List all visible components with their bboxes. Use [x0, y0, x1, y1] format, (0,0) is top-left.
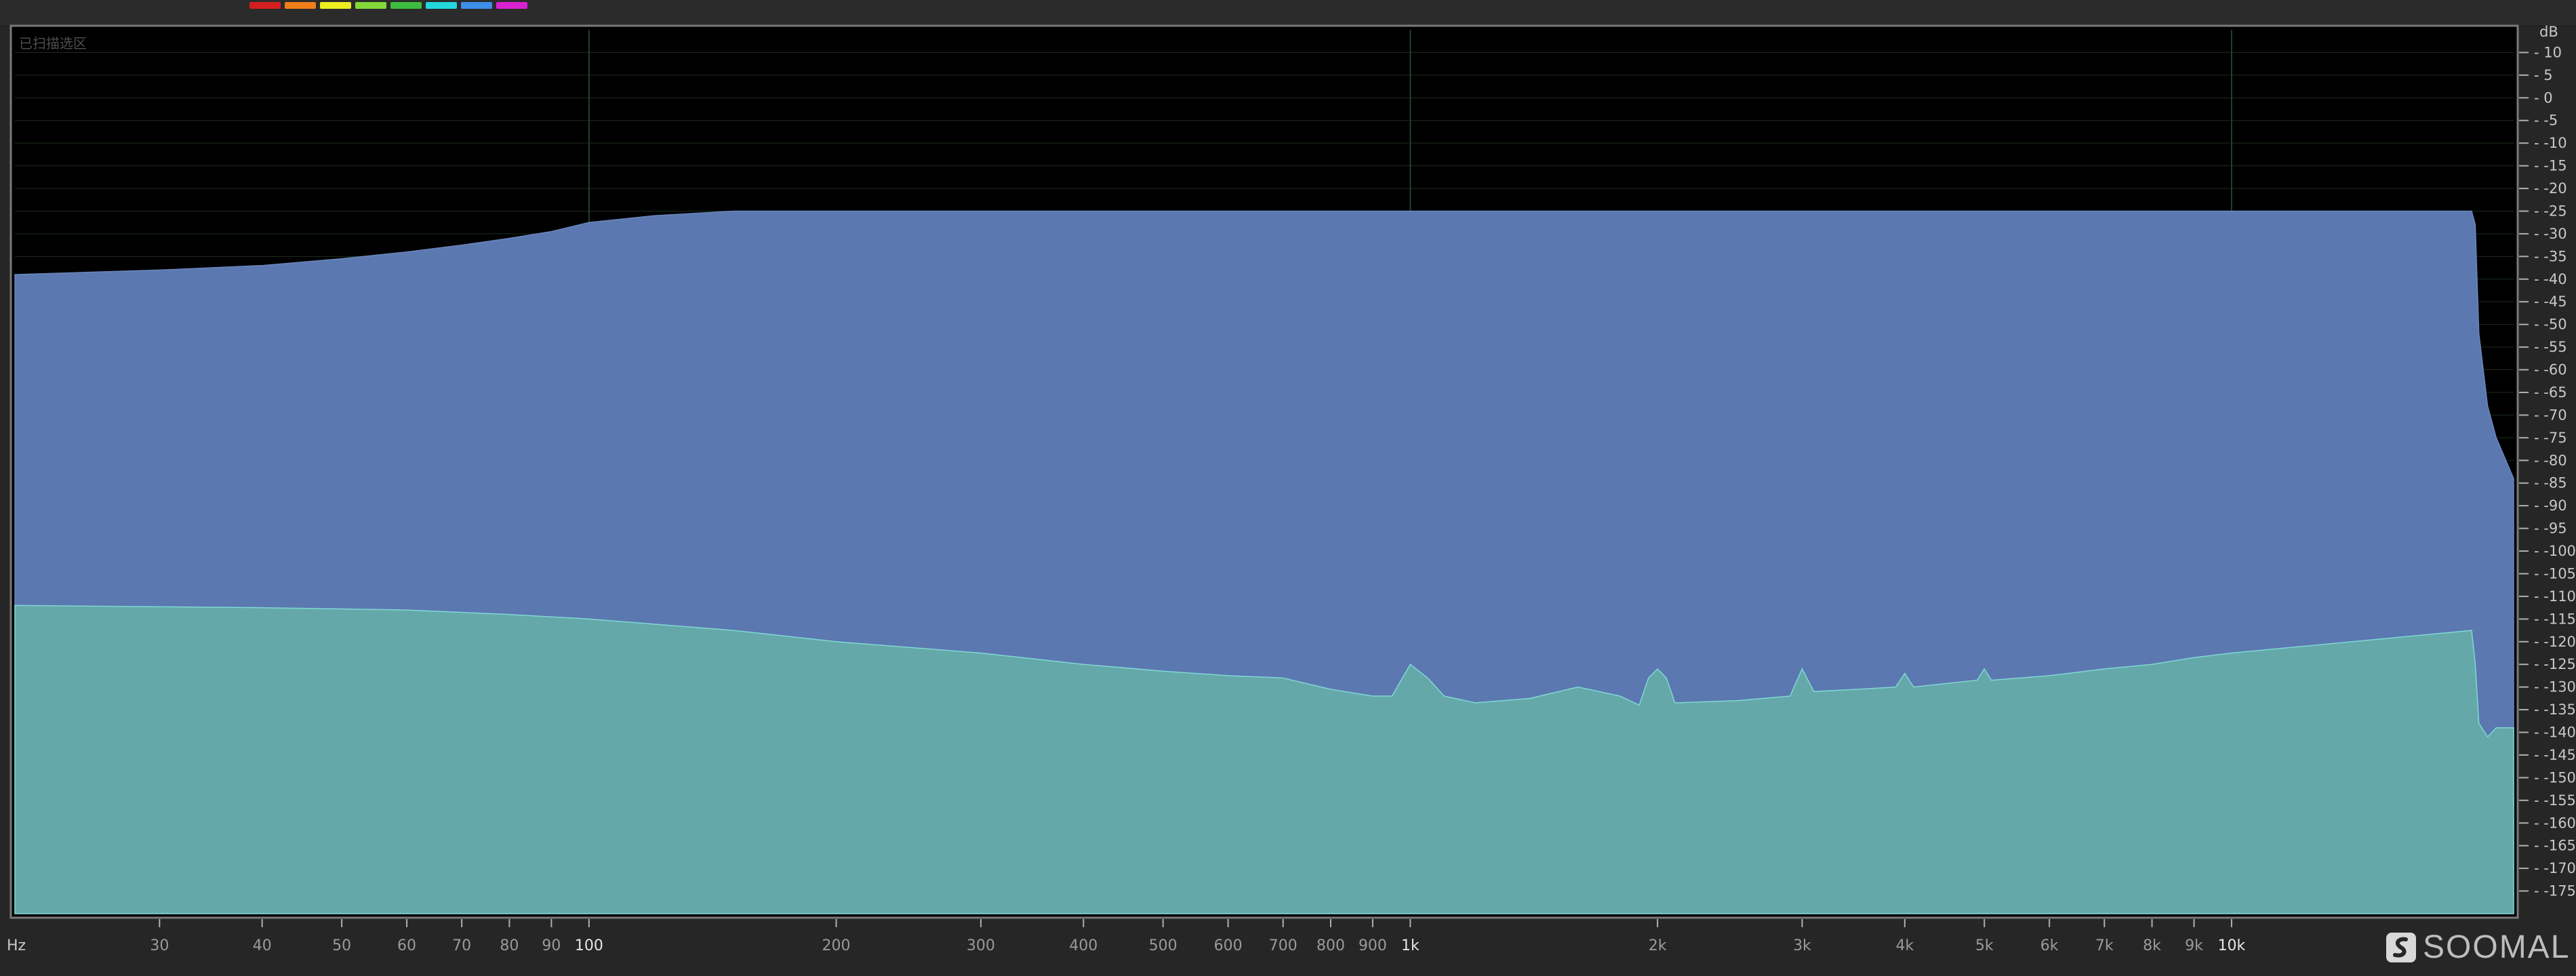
- x-tick-label: 9k: [2185, 937, 2203, 954]
- y-tick-label: - 0: [2534, 89, 2553, 106]
- y-tick-label: - -115: [2534, 611, 2576, 627]
- x-tick-label: 5k: [1975, 937, 1994, 954]
- x-tick-label: 600: [1214, 937, 1243, 954]
- y-tick-label: - -145: [2534, 747, 2576, 763]
- soomal-logo-icon: [2386, 932, 2416, 962]
- y-tick-label: - -45: [2534, 293, 2567, 310]
- y-tick-label: - -60: [2534, 362, 2567, 378]
- y-axis-unit: dB: [2539, 24, 2558, 40]
- brand-name: SOOMAL: [2423, 929, 2571, 965]
- x-tick-label: 3k: [1793, 937, 1811, 954]
- y-tick-label: - -40: [2534, 271, 2567, 287]
- x-tick-label: 500: [1149, 937, 1178, 954]
- x-tick-label: 90: [542, 937, 561, 954]
- y-tick-label: - -70: [2534, 407, 2567, 423]
- x-tick-label: 40: [253, 937, 272, 954]
- y-tick-label: - -35: [2534, 248, 2567, 264]
- x-tick-label: 30: [150, 937, 169, 954]
- y-tick-label: - -75: [2534, 430, 2567, 446]
- y-tick-label: - -85: [2534, 475, 2567, 491]
- y-tick-label: - -30: [2534, 226, 2567, 242]
- y-tick-label: - -110: [2534, 588, 2576, 605]
- y-tick-label: - -140: [2534, 725, 2576, 741]
- y-tick-label: - -175: [2534, 883, 2576, 899]
- x-tick-label: 4k: [1895, 937, 1914, 954]
- scanned-selection-label: 已扫描选区: [19, 35, 87, 52]
- x-tick-label: 60: [397, 937, 416, 954]
- y-tick-label: - -5: [2534, 113, 2558, 129]
- x-axis-unit: Hz: [7, 937, 26, 954]
- y-tick-label: - -10: [2534, 135, 2567, 151]
- y-tick-label: - -150: [2534, 769, 2576, 786]
- y-tick-label: - -80: [2534, 452, 2567, 468]
- x-tick-label: 400: [1069, 937, 1098, 954]
- x-tick-label: 1k: [1401, 937, 1420, 954]
- y-tick-label: - -125: [2534, 656, 2576, 672]
- y-tick-label: - -90: [2534, 497, 2567, 514]
- y-tick-label: - -130: [2534, 679, 2576, 695]
- x-tick-label: 7k: [2095, 937, 2114, 954]
- y-tick-label: - -20: [2534, 180, 2567, 197]
- x-tick-label: 300: [967, 937, 995, 954]
- y-tick-label: - -105: [2534, 565, 2576, 582]
- y-tick-label: - -95: [2534, 521, 2567, 537]
- x-tick-label: 6k: [2040, 937, 2059, 954]
- y-tick-label: - -170: [2534, 860, 2576, 876]
- x-tick-label: 80: [500, 937, 519, 954]
- soomal-logo: SOOMAL: [2385, 929, 2570, 966]
- x-tick-label: 900: [1359, 937, 1387, 954]
- x-tick-label: 200: [822, 937, 851, 954]
- series-layer: [14, 210, 2514, 914]
- x-tick-label: 700: [1269, 937, 1297, 954]
- x-tick-label: 70: [452, 937, 471, 954]
- y-tick-label: - -135: [2534, 702, 2576, 718]
- y-tick-label: - -155: [2534, 792, 2576, 809]
- y-tick-label: - -15: [2534, 158, 2567, 174]
- x-tick-label: 2k: [1649, 937, 1667, 954]
- y-tick-label: - -25: [2534, 203, 2567, 219]
- y-tick-label: - -120: [2534, 634, 2576, 650]
- x-tick-label: 50: [332, 937, 351, 954]
- y-tick-label: - -165: [2534, 838, 2576, 854]
- y-tick-label: - -55: [2534, 339, 2567, 355]
- x-tick-label: 10k: [2218, 937, 2246, 954]
- y-tick-label: - -100: [2534, 543, 2576, 559]
- y-tick-label: - -160: [2534, 815, 2576, 831]
- x-tick-label: 100: [575, 937, 603, 954]
- y-tick-label: - 5: [2534, 67, 2553, 83]
- spectrum-chart: dB - 10 - 5 - 0 - -5 - -10 - -15 - -20 - -25 - -3…: [7, 24, 2576, 954]
- x-tick-label: 8k: [2143, 937, 2161, 954]
- y-tick-label: - -50: [2534, 317, 2567, 333]
- x-tick-label: 800: [1316, 937, 1345, 954]
- x-axis: Hz 30 40 50 60 70 80 90 100 200 300 400 500 600 700 800…: [7, 919, 2246, 954]
- y-tick-label: - -65: [2534, 384, 2567, 401]
- y-axis: dB - 10 - 5 - 0 - -5 - -10 - -15 - -20 - -25 - -3…: [2519, 24, 2576, 899]
- y-tick-label: - 10: [2534, 44, 2562, 60]
